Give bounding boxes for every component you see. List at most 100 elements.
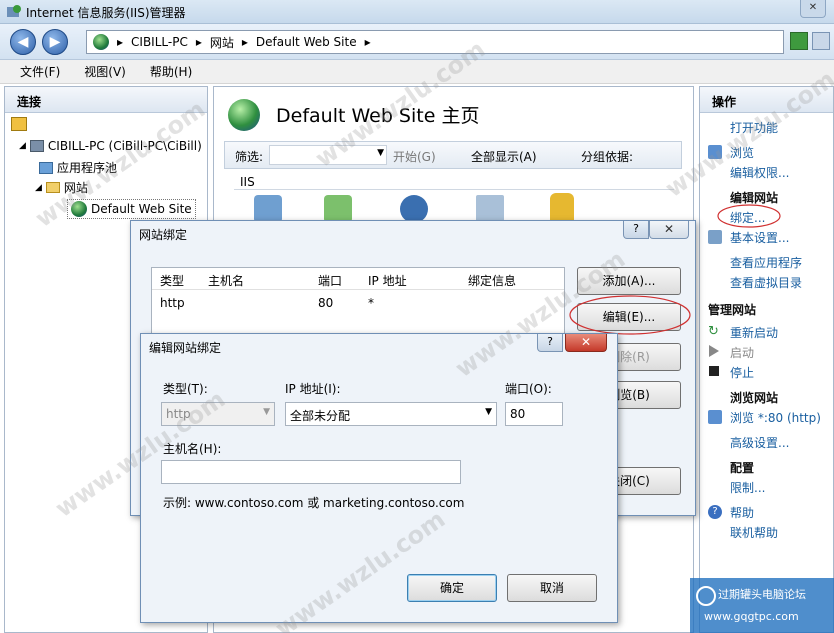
title-bar: Internet 信息服务(IIS)管理器 ✕	[0, 0, 834, 24]
actions-pane: 操作 打开功能 浏览 编辑权限... 编辑网站 绑定... 基本设置... 查看…	[699, 86, 834, 633]
feature-icon[interactable]	[476, 195, 504, 223]
tree-node-sites[interactable]: ◢ 网站	[35, 179, 88, 196]
help-button[interactable]: ?	[537, 334, 563, 352]
refresh-icon[interactable]	[790, 32, 808, 50]
group-by-label[interactable]: 分组依据:	[581, 148, 633, 165]
action-browse-port[interactable]: 浏览 *:80 (http)	[730, 409, 821, 426]
back-button[interactable]: ◀	[10, 29, 36, 55]
close-window-button[interactable]: ✕	[800, 0, 826, 18]
globe-icon	[93, 34, 109, 50]
address-segment[interactable]: CIBILL-PC	[131, 35, 188, 49]
column-header[interactable]: IP 地址	[368, 272, 407, 289]
host-example: 示例: www.contoso.com 或 marketing.contoso.…	[163, 496, 465, 510]
show-all-button[interactable]: 全部显示(A)	[471, 148, 537, 165]
filter-toolbar: 筛选: ▼ 开始(G) 全部显示(A) 分组依据:	[224, 141, 682, 169]
address-segment[interactable]: Default Web Site	[256, 35, 357, 49]
cell-port: 80	[318, 296, 334, 310]
help-icon: ?	[708, 505, 722, 519]
tree-node-app-pools[interactable]: 应用程序池	[39, 159, 117, 176]
host-input[interactable]	[161, 460, 461, 484]
start-filter-button[interactable]: 开始(G)	[393, 148, 436, 165]
feature-icon[interactable]	[254, 195, 282, 223]
filter-input[interactable]: ▼	[269, 145, 387, 165]
app-pool-icon	[39, 161, 53, 174]
column-header[interactable]: 绑定信息	[468, 272, 516, 289]
forum-url: www.gqgtpc.com	[704, 610, 799, 623]
action-stop[interactable]: 停止	[730, 364, 754, 381]
action-edit-permissions[interactable]: 编辑权限...	[730, 164, 789, 181]
address-separator: ▸	[195, 35, 202, 49]
toolbar-icon[interactable]	[812, 32, 830, 50]
computer-icon	[29, 140, 44, 152]
column-header[interactable]: 类型	[160, 272, 184, 289]
chevron-down-icon: ▼	[263, 407, 270, 417]
navigation-bar: ◀ ▶ ▸ CIBILL-PC ▸ 网站 ▸ Default Web Site …	[0, 24, 834, 60]
action-open-feature[interactable]: 打开功能	[730, 119, 778, 136]
tree-label: CIBILL-PC (CiBill-PC\CiBill)	[47, 139, 202, 153]
tree-label: Default Web Site	[91, 202, 192, 216]
tree-node-server[interactable]: ◢ CIBILL-PC (CiBill-PC\CiBill)	[19, 139, 202, 153]
cell-ip: *	[368, 296, 374, 310]
action-advanced-settings[interactable]: 高级设置...	[730, 434, 789, 451]
address-separator: ▸	[364, 35, 371, 49]
close-button[interactable]: ✕	[565, 334, 607, 352]
site-globe-icon	[228, 99, 260, 131]
section-manage-site: 管理网站	[708, 303, 757, 317]
action-restart[interactable]: 重新启动	[730, 324, 778, 341]
action-online-help[interactable]: 联机帮助	[730, 524, 778, 541]
table-row[interactable]: http 80 *	[152, 292, 564, 314]
type-select[interactable]: http ▼	[161, 402, 275, 426]
column-header[interactable]: 端口	[318, 272, 342, 289]
filter-label: 筛选:	[235, 150, 264, 164]
close-button[interactable]: ✕	[649, 221, 689, 239]
play-icon	[709, 345, 719, 357]
feature-icon[interactable]	[400, 195, 428, 223]
cancel-button[interactable]: 取消	[507, 574, 597, 602]
ip-select[interactable]: 全部未分配 ▼	[285, 402, 497, 426]
ok-button[interactable]: 确定	[407, 574, 497, 602]
section-configure: 配置	[730, 461, 755, 475]
tree-node-default-web-site[interactable]: Default Web Site	[67, 199, 196, 219]
dialog-title: 网站绑定	[139, 228, 188, 242]
action-view-applications[interactable]: 查看应用程序	[730, 254, 802, 271]
action-browse[interactable]: 浏览	[730, 144, 754, 161]
type-value: http	[166, 407, 191, 421]
menu-file[interactable]: 文件(F)	[20, 63, 60, 80]
add-binding-button[interactable]: 添加(A)...	[577, 267, 681, 295]
edit-binding-dialog: 编辑网站绑定 ? ✕ 类型(T): http ▼ IP 地址(I): 全部未分配…	[140, 333, 618, 623]
chevron-down-icon: ▼	[485, 407, 492, 417]
highlight-ellipse	[569, 295, 691, 335]
tree-label: 网站	[63, 181, 88, 195]
host-label: 主机名(H):	[163, 442, 222, 456]
forum-badge: 过期罐头电脑论坛 www.gqgtpc.com	[690, 578, 834, 633]
address-segment[interactable]: 网站	[210, 34, 234, 51]
menu-view[interactable]: 视图(V)	[84, 63, 126, 80]
actions-header: 操作	[700, 87, 833, 113]
address-bar[interactable]: ▸ CIBILL-PC ▸ 网站 ▸ Default Web Site ▸	[86, 30, 784, 54]
feature-icon[interactable]	[324, 195, 352, 223]
browse-icon	[708, 410, 722, 424]
connections-header: 连接	[5, 87, 207, 113]
forward-button[interactable]: ▶	[42, 29, 68, 55]
menu-help[interactable]: 帮助(H)	[150, 63, 192, 80]
stop-icon	[709, 366, 719, 376]
action-basic-settings[interactable]: 基本设置...	[730, 229, 789, 246]
tree-label: 应用程序池	[57, 161, 118, 175]
lock-icon[interactable]	[550, 193, 574, 223]
new-connection-icon[interactable]	[11, 117, 27, 131]
action-start[interactable]: 启动	[730, 344, 754, 361]
action-help[interactable]: 帮助	[730, 504, 754, 521]
section-divider	[234, 189, 674, 190]
action-limits[interactable]: 限制...	[730, 479, 765, 496]
globe-icon	[71, 201, 87, 217]
section-header: IIS	[240, 175, 255, 189]
port-input[interactable]: 80	[505, 402, 563, 426]
browse-icon	[708, 145, 722, 159]
action-view-virtual-dirs[interactable]: 查看虚拟目录	[730, 274, 802, 291]
help-button[interactable]: ?	[623, 221, 649, 239]
cell-type: http	[160, 296, 185, 310]
column-header[interactable]: 主机名	[208, 272, 244, 289]
highlight-ellipse	[717, 204, 781, 228]
section-browse-site: 浏览网站	[730, 391, 779, 405]
page-title: Default Web Site 主页	[276, 105, 480, 127]
